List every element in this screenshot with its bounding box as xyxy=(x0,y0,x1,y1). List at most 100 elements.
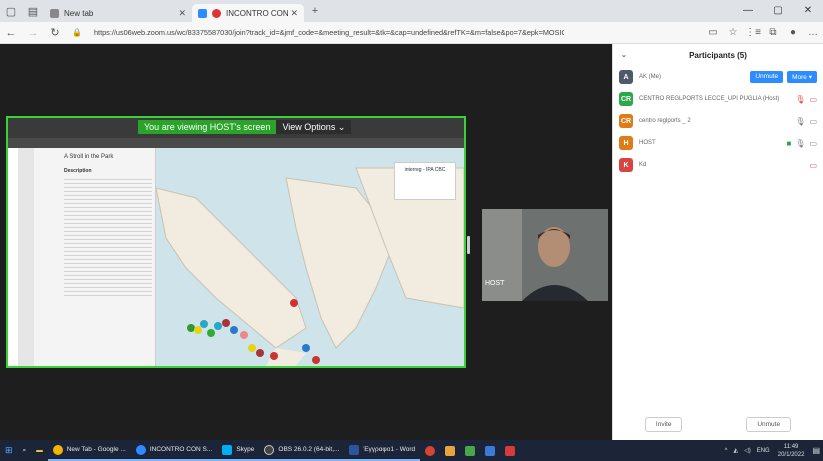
forward-icon[interactable]: → xyxy=(22,27,44,39)
volume-icon[interactable]: ◁) xyxy=(741,447,754,454)
taskbar-skype[interactable]: Skype xyxy=(217,440,260,461)
address-bar: ← → ↻ 🔒 https://us06web.zoom.us/wc/83375… xyxy=(0,22,823,44)
close-window-icon[interactable]: ✕ xyxy=(793,0,823,22)
clock-date: 20/1/2022 xyxy=(777,451,805,458)
app-icon[interactable] xyxy=(485,445,496,456)
more-button[interactable]: More ▾ xyxy=(787,71,817,83)
participant-row[interactable]: A AK (Me) Unmute More ▾ xyxy=(613,66,823,88)
language-indicator[interactable]: ENG xyxy=(754,448,773,454)
participant-status: ■ 🎙 ▭ xyxy=(786,139,817,148)
taskbar-obs[interactable]: OBS 26.0.2 (64-bit,... xyxy=(259,440,345,461)
avatar: CR xyxy=(619,114,633,128)
participant-row[interactable]: H HOST ■ 🎙 ▭ xyxy=(613,132,823,154)
mic-icon: 🎙 xyxy=(795,116,806,126)
participant-row[interactable]: CR centro reglports _ 2 🎙 ▭ xyxy=(613,110,823,132)
participant-name: CENTRO REGLPORTS LECCE_UPI PUGLIA (Host) xyxy=(639,96,780,102)
clock[interactable]: 11:49 20/1/2022 xyxy=(773,443,810,459)
favorite-icon[interactable]: ☆ xyxy=(723,27,743,38)
window-menu-icon[interactable]: ▢ xyxy=(0,5,22,18)
participant-name: Kd xyxy=(639,162,647,168)
participant-status: 🎙 ▭ xyxy=(795,117,817,126)
story-rail xyxy=(18,148,34,366)
avatar: K xyxy=(619,158,633,172)
windows-taskbar: ⊞ ⌕ ▬ New Tab - Google ... INCONTRO CON … xyxy=(0,440,823,461)
new-tab-button[interactable]: + xyxy=(304,5,326,17)
shared-screen[interactable]: A Stroll in the Park Description interre… xyxy=(6,116,466,368)
chrome-icon xyxy=(52,444,63,455)
taskbar-label: Skype xyxy=(236,446,255,453)
invite-button[interactable]: Invite xyxy=(644,417,683,432)
app-icon[interactable] xyxy=(425,445,436,456)
unmute-button[interactable]: Unmute xyxy=(750,71,784,83)
taskbar-chrome[interactable]: New Tab - Google ... xyxy=(47,440,131,461)
video-icon: ▭ xyxy=(809,138,817,148)
avatar: H xyxy=(619,136,633,150)
back-icon[interactable]: ← xyxy=(0,27,22,39)
file-explorer-icon[interactable]: ▬ xyxy=(31,440,48,461)
reload-icon[interactable]: ↻ xyxy=(44,26,66,39)
interreg-logo: interreg - IPA CBC xyxy=(394,162,456,200)
participant-name: centro reglports _ 2 xyxy=(639,118,691,124)
pinned-apps xyxy=(420,440,524,461)
network-icon[interactable]: ◭ xyxy=(730,447,741,454)
search-icon[interactable]: ⌕ xyxy=(18,440,32,461)
clock-time: 11:49 xyxy=(783,443,799,450)
video-off-icon: ▭ xyxy=(809,94,817,104)
mic-muted-icon: 🎙 xyxy=(795,94,806,104)
tab-label: New tab xyxy=(64,8,94,18)
view-options-label: View Options xyxy=(282,122,336,132)
unmute-all-button[interactable]: Unmute xyxy=(746,417,792,432)
page-icon xyxy=(50,8,59,18)
skype-icon xyxy=(222,444,233,455)
collections-icon[interactable]: ⧉ xyxy=(763,27,783,38)
minimize-icon[interactable]: — xyxy=(733,0,763,22)
participant-status: ▭ xyxy=(809,161,817,170)
shared-browser-bookmarks xyxy=(8,138,464,148)
favorites-bar-icon[interactable]: ⋮≡ xyxy=(743,27,763,38)
participant-actions: Unmute More ▾ xyxy=(750,71,817,83)
avatar: A xyxy=(619,70,633,84)
screen-share-icon: ■ xyxy=(786,138,792,148)
participants-panel: ⌄ Participants (5) A AK (Me) Unmute More… xyxy=(612,44,823,440)
view-options-button[interactable]: View Options ⌄ xyxy=(276,120,352,134)
more-icon[interactable]: … xyxy=(803,27,823,38)
taskbar-zoom[interactable]: INCONTRO CON S... xyxy=(130,440,218,461)
resize-handle[interactable] xyxy=(467,236,470,254)
maximize-icon[interactable]: ▢ xyxy=(763,0,793,22)
zoom-icon xyxy=(198,8,207,18)
taskbar-label: OBS 26.0.2 (64-bit,... xyxy=(278,446,340,453)
story-title: A Stroll in the Park xyxy=(64,154,114,160)
tab-new-tab[interactable]: New tab ✕ xyxy=(44,4,192,22)
story-subtitle: Description xyxy=(64,168,92,174)
participants-footer: Invite Unmute xyxy=(613,417,823,432)
video-name-label: HOST xyxy=(485,280,505,287)
participant-row[interactable]: CR CENTRO REGLPORTS LECCE_UPI PUGLIA (Ho… xyxy=(613,88,823,110)
browser-tab-bar: ▢ ▤ New tab ✕ INCONTRO CON STAKEHO ✕ + —… xyxy=(0,0,823,22)
start-icon[interactable]: ⊞ xyxy=(0,440,18,461)
profile-icon[interactable]: ● xyxy=(783,27,803,38)
participant-row[interactable]: K Kd ▭ xyxy=(613,154,823,176)
obs-icon xyxy=(264,444,275,455)
app-icon[interactable] xyxy=(445,445,456,456)
app-icon[interactable] xyxy=(505,445,516,456)
viewing-banner: You are viewing HOST's screen xyxy=(138,120,277,134)
url-field[interactable]: https://us06web.zoom.us/wc/83375587030/j… xyxy=(94,28,564,37)
chevron-down-icon[interactable]: ⌄ xyxy=(621,51,627,59)
tab-meeting[interactable]: INCONTRO CON STAKEHO ✕ xyxy=(192,4,304,22)
taskbar-word[interactable]: Έγγραφο1 - Word xyxy=(344,440,421,461)
zoom-icon xyxy=(135,444,146,455)
screen-icon[interactable]: ▭ xyxy=(703,27,723,38)
close-tab-icon[interactable]: ✕ xyxy=(290,8,298,19)
participants-header: ⌄ Participants (5) xyxy=(613,44,823,66)
tab-actions-icon[interactable]: ▤ xyxy=(22,5,44,18)
close-tab-icon[interactable]: ✕ xyxy=(178,8,186,19)
tray-chevron-icon[interactable]: ^ xyxy=(722,448,731,454)
notifications-icon[interactable]: ▤ xyxy=(809,446,823,455)
more-label: More xyxy=(792,74,807,81)
system-tray: ^ ◭ ◁) ENG 11:49 20/1/2022 ▤ xyxy=(722,443,823,459)
logo-text: interreg - IPA CBC xyxy=(404,167,446,173)
app-icon[interactable] xyxy=(465,445,476,456)
tab-label: INCONTRO CON STAKEHO xyxy=(226,8,288,18)
window-controls: — ▢ ✕ xyxy=(733,0,823,22)
story-panel: A Stroll in the Park Description xyxy=(18,148,156,366)
